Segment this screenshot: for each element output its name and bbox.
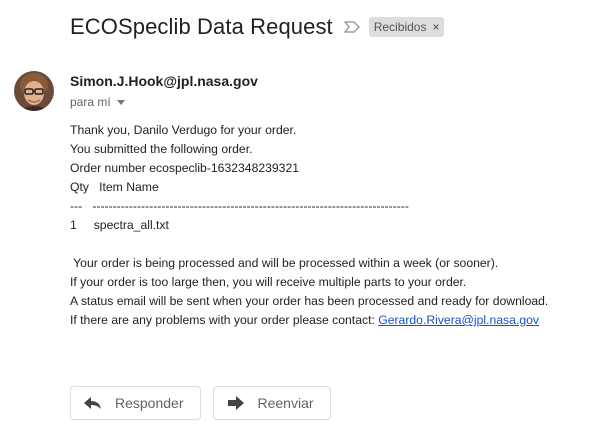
- message-line: If your order is too large then, you wil…: [70, 275, 467, 289]
- forward-label: Reenviar: [257, 395, 314, 411]
- reply-arrow-icon: [83, 395, 103, 411]
- avatar[interactable]: [14, 71, 54, 111]
- message-line: A status email will be sent when your or…: [70, 294, 549, 308]
- label-chip-text: Recibidos: [373, 20, 427, 34]
- chevron-down-icon[interactable]: [116, 99, 125, 105]
- reply-actions: Responder Reenviar: [70, 386, 343, 420]
- recipient-details[interactable]: para mí: [70, 95, 125, 109]
- message-body: Thank you, Danilo Verdugo for your order…: [70, 121, 548, 330]
- message-line: Thank you, Danilo Verdugo for your order…: [70, 123, 297, 137]
- message-line: 1 spectra_all.txt: [70, 218, 169, 232]
- message-line: You submitted the following order.: [70, 142, 253, 156]
- remove-label-icon[interactable]: ×: [432, 19, 439, 35]
- recipient-label: para mí: [70, 95, 111, 109]
- message-line: --- ------------------------------------…: [70, 199, 409, 213]
- reply-label: Responder: [115, 395, 184, 411]
- contact-email-link[interactable]: Gerardo.Rivera@jpl.nasa.gov: [378, 313, 539, 327]
- importance-marker-icon[interactable]: [343, 20, 361, 34]
- message-line: Your order is being processed and will b…: [70, 256, 499, 270]
- reply-button[interactable]: Responder: [70, 386, 201, 420]
- contact-prefix: If there are any problems with your orde…: [70, 313, 379, 327]
- forward-button[interactable]: Reenviar: [212, 386, 331, 420]
- message-line: Qty Item Name: [70, 180, 159, 194]
- email-subject: ECOSpeclib Data Request: [70, 14, 333, 39]
- forward-arrow-icon: [226, 395, 246, 411]
- sender-email[interactable]: Simon.J.Hook@jpl.nasa.gov: [70, 73, 258, 89]
- label-chip-inbox[interactable]: Recibidos ×: [368, 17, 445, 37]
- contact-line: If there are any problems with your orde…: [70, 311, 548, 330]
- subject-row: ECOSpeclib Data Request Recibidos ×: [70, 14, 445, 40]
- message-line: Order number ecospeclib-1632348239321: [70, 161, 300, 175]
- message-line: [70, 235, 548, 254]
